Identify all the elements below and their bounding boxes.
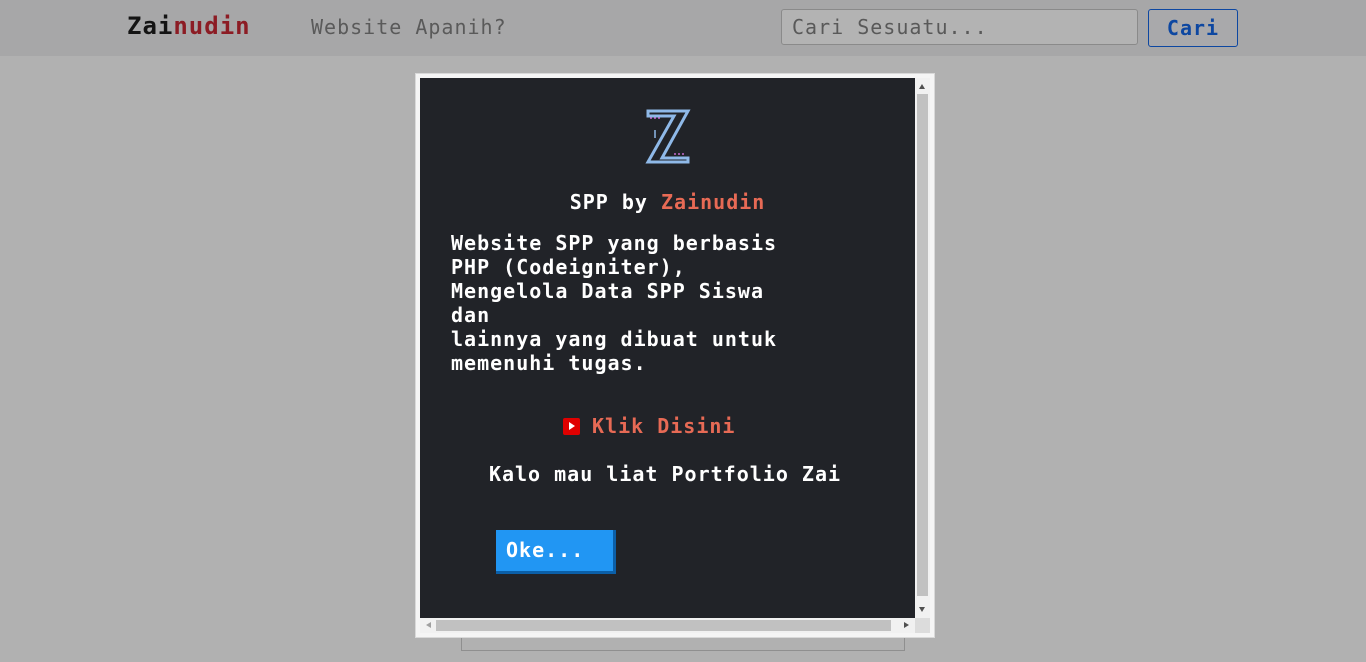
horizontal-scrollbar[interactable]: [420, 618, 915, 633]
scroll-up-arrow-icon[interactable]: [919, 84, 925, 89]
z-logo-icon: [645, 109, 691, 164]
modal-description: Website SPP yang berbasis PHP (Codeignit…: [451, 231, 778, 375]
brand-part1: Zai: [127, 12, 174, 40]
navbar: Zainudin Website Apanih? Cari Sesuatu...…: [0, 0, 1366, 56]
horizontal-scroll-thumb[interactable]: [436, 620, 891, 631]
brand-logo[interactable]: Zainudin: [127, 12, 251, 40]
popup-modal: SPP by Zainudin Website SPP yang berbasi…: [415, 73, 935, 638]
youtube-icon: [563, 417, 580, 435]
scrollbar-corner: [915, 618, 930, 633]
klik-disini-link[interactable]: Klik Disini: [563, 414, 735, 438]
search-input[interactable]: Cari Sesuatu...: [781, 9, 1138, 45]
scroll-left-arrow-icon[interactable]: [426, 622, 431, 628]
ok-button[interactable]: Oke...: [496, 530, 616, 574]
scroll-down-arrow-icon[interactable]: [919, 607, 925, 612]
nav-link-website[interactable]: Website Apanih?: [311, 15, 507, 39]
vertical-scroll-thumb[interactable]: [917, 94, 928, 596]
title-prefix: SPP by: [569, 190, 661, 214]
title-accent: Zainudin: [660, 190, 766, 214]
vertical-scrollbar[interactable]: [915, 78, 930, 618]
link-label: Klik Disini: [592, 414, 736, 438]
portfolio-note: Kalo mau liat Portfolio Zai: [488, 462, 842, 486]
modal-title: SPP by Zainudin: [420, 190, 915, 214]
scroll-right-arrow-icon[interactable]: [904, 622, 909, 628]
search-button[interactable]: Cari: [1148, 9, 1238, 47]
brand-part2: nudin: [173, 12, 251, 40]
modal-content: SPP by Zainudin Website SPP yang berbasi…: [420, 78, 915, 618]
